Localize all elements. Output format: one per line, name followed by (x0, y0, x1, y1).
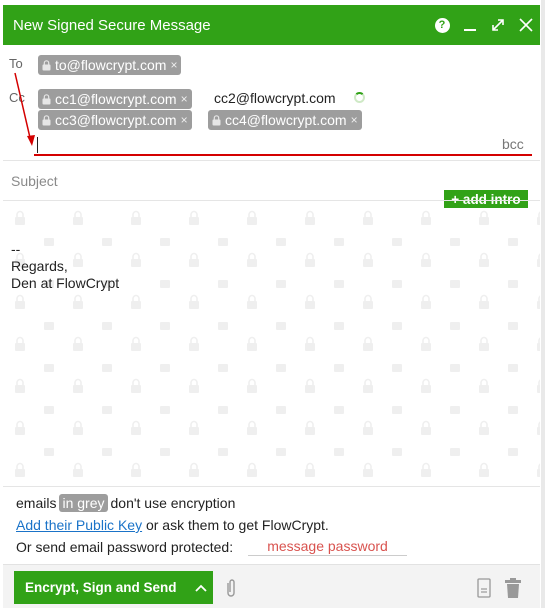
maximize-button[interactable] (484, 5, 512, 45)
encryption-notice: emails in grey don't use encryption (16, 494, 235, 512)
window-title: New Signed Secure Message (13, 16, 211, 34)
password-notice: Or send email password protected: (16, 539, 234, 555)
recipient-pill-cc3[interactable]: cc3@flowcrypt.com × (38, 110, 192, 130)
to-label: To (9, 56, 23, 71)
remove-recipient-icon[interactable]: × (170, 58, 177, 72)
help-button[interactable]: ? (428, 5, 456, 45)
send-label: Encrypt, Sign and Send (25, 580, 177, 595)
chevron-up-icon[interactable] (189, 582, 213, 594)
grey-badge: in grey (59, 494, 108, 512)
notice-text: or ask them to get FlowCrypt. (145, 517, 329, 533)
message-body[interactable]: -- Regards, Den at FlowCrypt (3, 208, 540, 486)
close-button[interactable] (512, 5, 540, 45)
recipient-pill-cc1[interactable]: cc1@flowcrypt.com × (38, 89, 192, 109)
divider (3, 486, 540, 487)
remove-recipient-icon[interactable]: × (181, 92, 188, 106)
divider (3, 200, 540, 201)
recipient-email: to@flowcrypt.com (55, 57, 167, 73)
help-icon: ? (434, 17, 450, 33)
notice-text: don't use encryption (110, 495, 236, 511)
subject-input[interactable]: Subject (11, 173, 58, 189)
lock-icon (42, 114, 51, 125)
divider (3, 160, 540, 161)
close-icon (519, 18, 533, 32)
lock-icon (212, 114, 221, 125)
public-key-notice: Add their Public Key or ask them to get … (16, 517, 329, 533)
add-public-key-link[interactable]: Add their Public Key (16, 517, 142, 533)
recipient-email: cc4@flowcrypt.com (225, 112, 347, 128)
lock-icon (42, 59, 51, 70)
recipient-pill-cc4[interactable]: cc4@flowcrypt.com × (208, 110, 362, 130)
text-caret (37, 137, 38, 153)
notice-text: emails (16, 495, 57, 511)
signature-text: -- Regards, Den at FlowCrypt (11, 241, 120, 291)
remove-recipient-icon[interactable]: × (181, 113, 188, 127)
minimize-icon (464, 29, 476, 31)
compose-header: New Signed Secure Message ? (3, 5, 540, 45)
recipient-email: cc1@flowcrypt.com (55, 91, 177, 107)
paperclip-icon[interactable] (224, 577, 238, 599)
loading-spinner-icon (354, 92, 365, 103)
page-scroll-strip (541, 0, 545, 608)
remove-recipient-icon[interactable]: × (351, 113, 358, 127)
add-intro-button[interactable]: + add intro (444, 190, 528, 208)
encrypt-sign-send-button[interactable]: Encrypt, Sign and Send (14, 571, 213, 604)
recipient-pending-cc2[interactable]: cc2@flowcrypt.com (214, 90, 336, 106)
minimize-button[interactable] (456, 5, 484, 45)
message-password-input[interactable]: message password (248, 537, 407, 556)
recipient-pill-to[interactable]: to@flowcrypt.com × (38, 55, 182, 75)
recipient-email: cc3@flowcrypt.com (55, 112, 177, 128)
cc-label: Cc (9, 90, 25, 105)
document-icon[interactable] (477, 578, 491, 598)
lock-icon (42, 93, 51, 104)
recipient-input-underline[interactable] (34, 154, 532, 156)
maximize-icon (492, 19, 504, 31)
compose-window: New Signed Secure Message ? To Cc to@flo… (0, 0, 545, 608)
bcc-toggle[interactable]: bcc (502, 136, 524, 152)
trash-icon[interactable] (504, 577, 522, 599)
